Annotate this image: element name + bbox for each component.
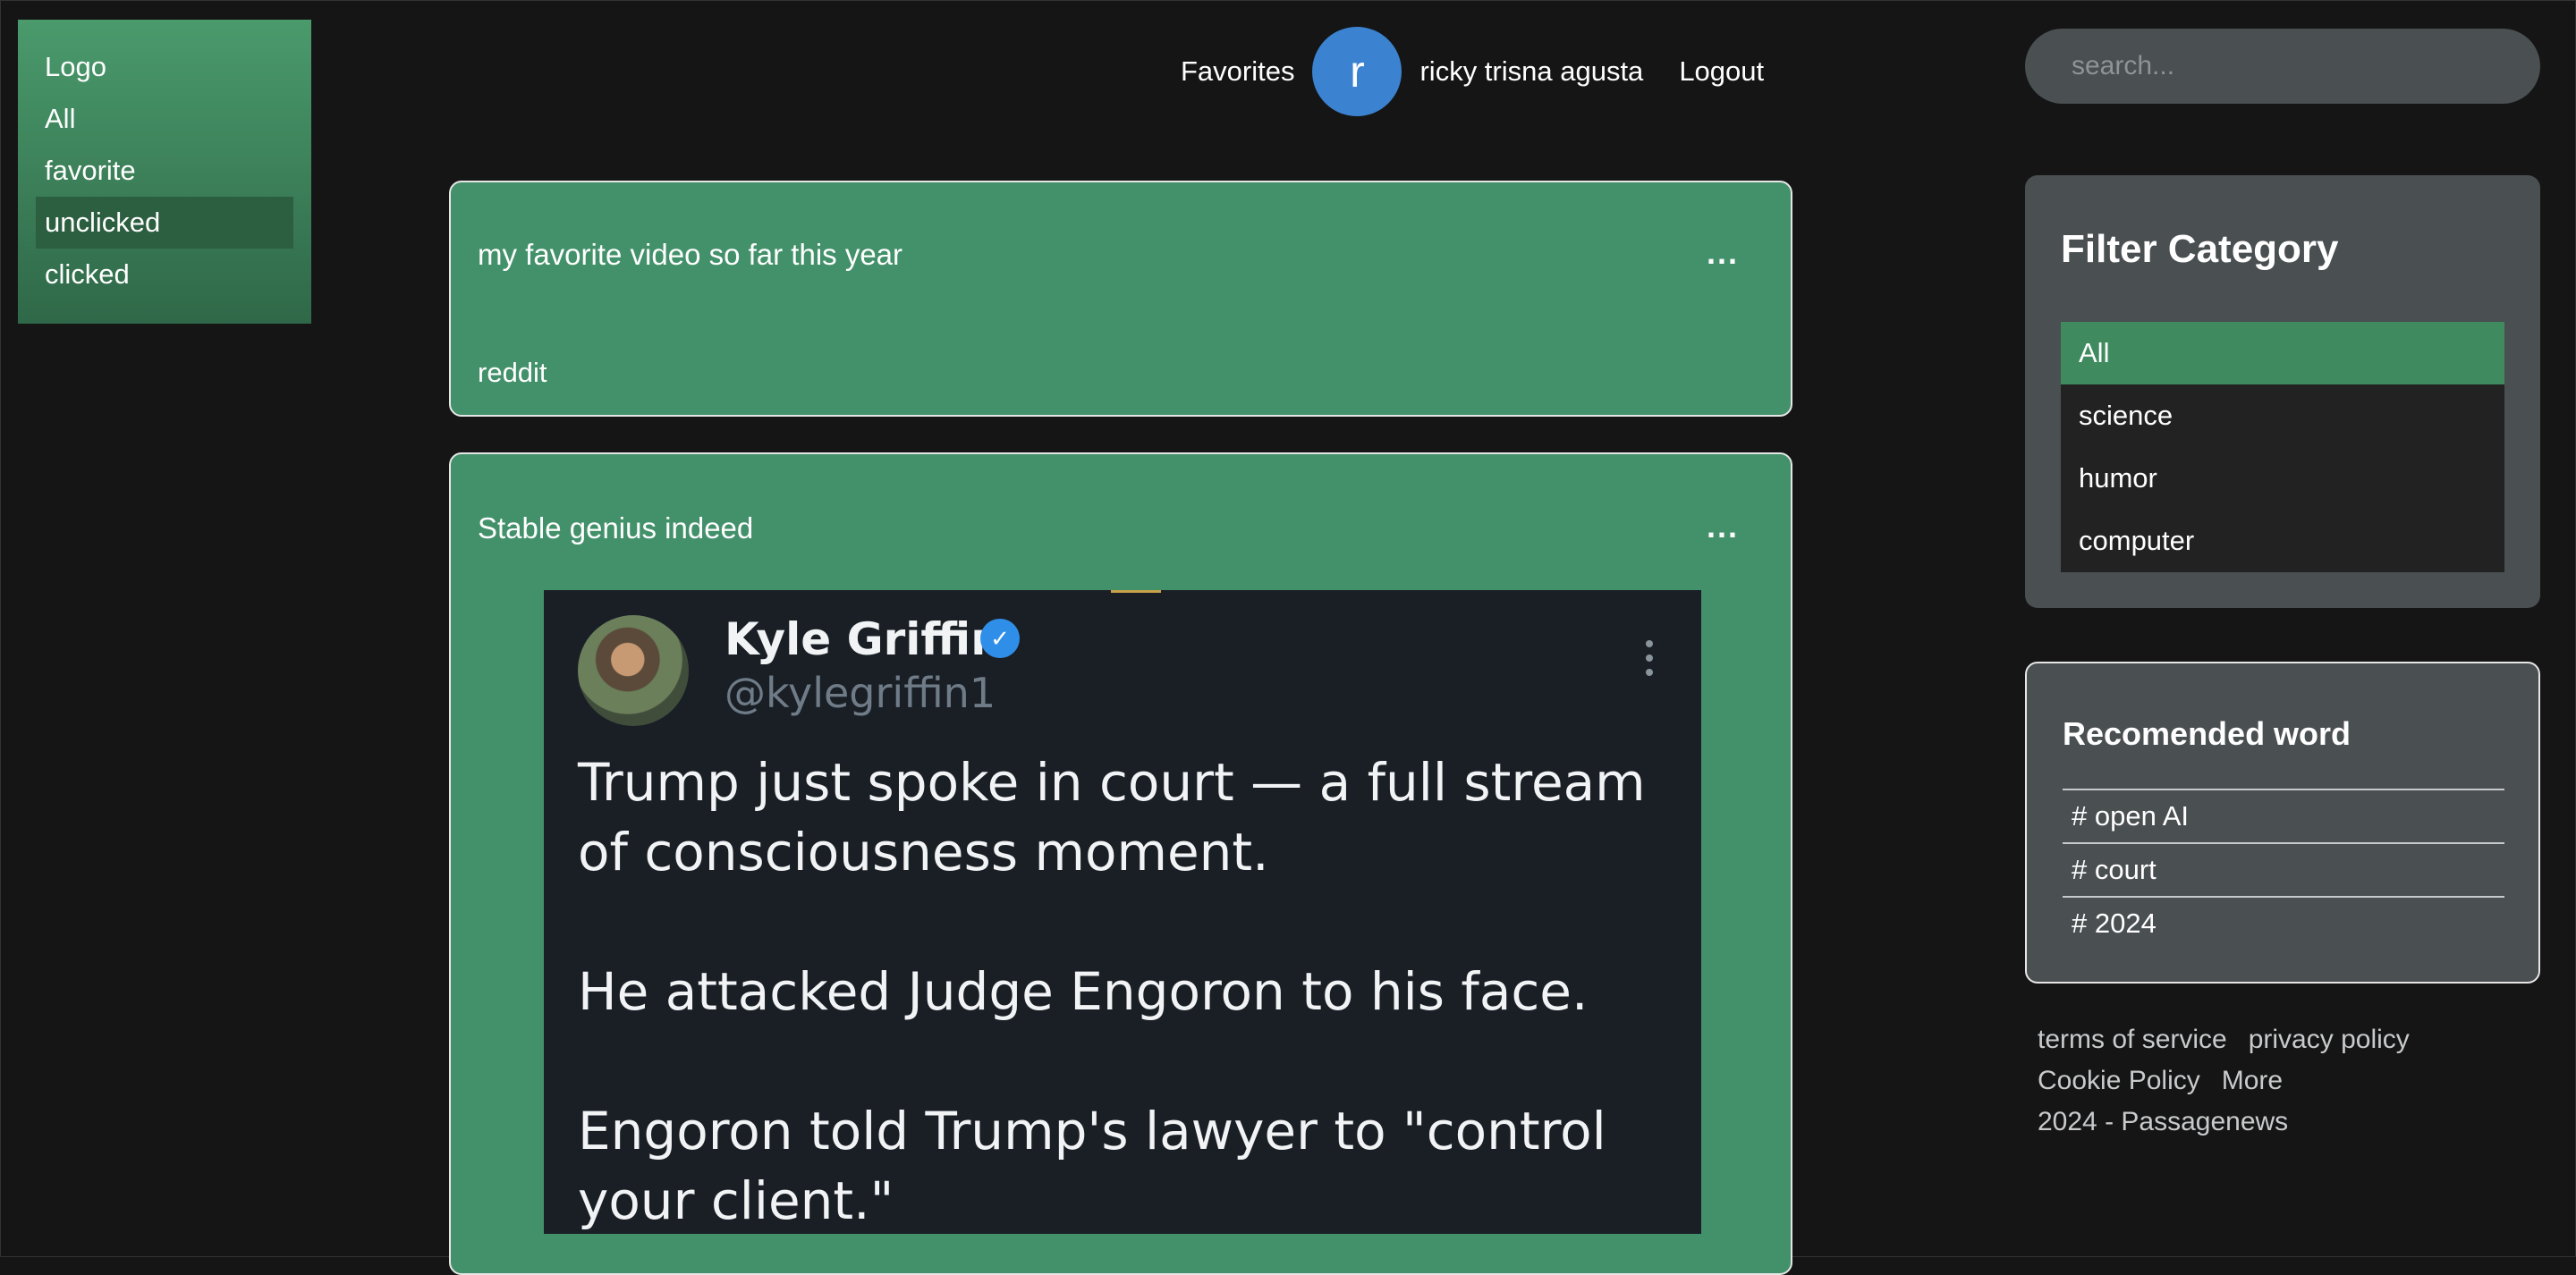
tweet-body: Trump just spoke in court — a full strea… (578, 747, 1678, 1234)
tweet-avatar (578, 615, 689, 726)
recommended-tag[interactable]: # court (2063, 842, 2504, 896)
filter-category-panel: Filter Category All science humor comput… (2025, 175, 2540, 608)
search-input[interactable] (2025, 29, 2540, 104)
post-title[interactable]: my favorite video so far this year (478, 238, 902, 272)
post-source: reddit (478, 357, 547, 388)
filter-item-humor[interactable]: humor (2061, 447, 2504, 510)
verified-badge-icon: ✓ (980, 619, 1020, 658)
avatar[interactable]: r (1312, 27, 1402, 116)
sidebar-item-clicked[interactable]: clicked (36, 249, 293, 300)
sidebar-item-favorite[interactable]: favorite (36, 145, 293, 197)
tweet-paragraph: Engoron told Trump's lawyer to "control … (578, 1101, 1606, 1231)
post-title[interactable]: Stable genius indeed (478, 511, 753, 545)
filter-category-title: Filter Category (2061, 227, 2339, 271)
post-menu-icon[interactable]: ... (1707, 508, 1739, 545)
tweet-accent-bar (1111, 590, 1161, 593)
more-link[interactable]: More (2222, 1066, 2283, 1095)
tweet-handle: @kylegriffin1 (724, 669, 996, 717)
tweet-author-name: Kyle Griffin (724, 613, 1003, 665)
recommended-tag[interactable]: # 2024 (2063, 896, 2504, 950)
logout-link[interactable]: Logout (1679, 55, 1764, 88)
tweet-paragraph: Trump just spoke in court — a full strea… (578, 752, 1646, 882)
recommended-tag[interactable]: # open AI (2063, 789, 2504, 842)
more-options-icon[interactable] (1646, 640, 1655, 676)
sidebar: Logo All favorite unclicked clicked (18, 20, 311, 324)
terms-link[interactable]: terms of service (2038, 1025, 2227, 1054)
tweet-paragraph: He attacked Judge Engoron to his face. (578, 961, 1589, 1022)
recommended-word-list: # open AI # court # 2024 (2063, 789, 2504, 950)
recommended-word-panel: Recomended word # open AI # court # 2024 (2025, 662, 2540, 984)
post-card[interactable]: my favorite video so far this year ... r… (449, 181, 1792, 417)
post-menu-icon[interactable]: ... (1707, 234, 1739, 272)
filter-category-list: All science humor computer (2061, 322, 2504, 572)
privacy-link[interactable]: privacy policy (2249, 1025, 2410, 1054)
sidebar-item-unclicked[interactable]: unclicked (36, 197, 293, 249)
post-card[interactable]: Stable genius indeed ... Kyle Griffin ✓ … (449, 452, 1792, 1275)
tweet-embed[interactable]: Kyle Griffin ✓ @kylegriffin1 Trump just … (544, 590, 1701, 1234)
sidebar-item-logo[interactable]: Logo (36, 41, 293, 93)
favorites-link[interactable]: Favorites (1181, 55, 1294, 88)
recommended-word-title: Recomended word (2063, 715, 2351, 752)
top-nav: Favorites r ricky trisna agusta Logout (1181, 25, 1764, 118)
filter-item-all[interactable]: All (2061, 322, 2504, 384)
sidebar-item-all[interactable]: All (36, 93, 293, 145)
footer: terms of service privacy policy Cookie Po… (2038, 1019, 2431, 1143)
copyright-text: 2024 - Passagenews (2038, 1107, 2289, 1136)
username[interactable]: ricky trisna agusta (1419, 55, 1643, 88)
filter-item-computer[interactable]: computer (2061, 510, 2504, 572)
cookie-policy-link[interactable]: Cookie Policy (2038, 1066, 2200, 1095)
filter-item-science[interactable]: science (2061, 384, 2504, 447)
